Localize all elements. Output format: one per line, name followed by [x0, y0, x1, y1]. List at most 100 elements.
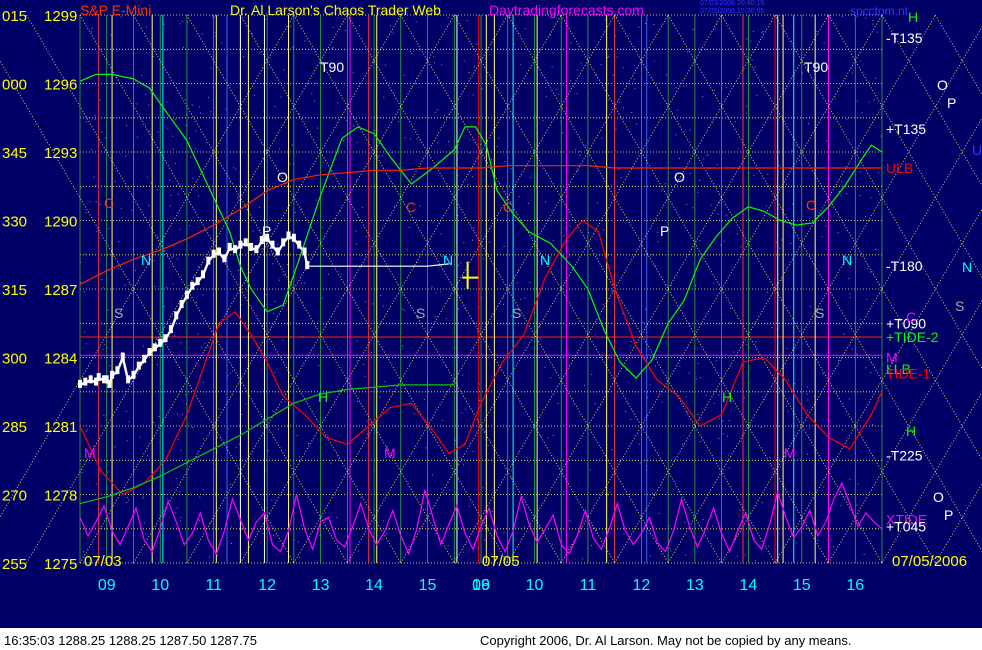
star-dot	[520, 298, 522, 300]
star-dot	[262, 532, 264, 534]
star-dot	[476, 43, 478, 45]
star-dot	[841, 181, 843, 183]
star-dot	[576, 93, 578, 95]
star-dot	[437, 142, 439, 144]
star-dot	[184, 98, 186, 100]
star-dot	[108, 228, 110, 230]
star-dot	[199, 496, 201, 498]
star-dot	[125, 410, 127, 412]
star-dot	[362, 363, 364, 365]
price-bar	[147, 347, 152, 356]
star-dot	[157, 131, 159, 133]
star-dot	[406, 249, 408, 251]
star-dot	[843, 333, 845, 335]
star-dot	[707, 153, 709, 155]
star-dot	[366, 420, 368, 422]
star-dot	[365, 236, 367, 238]
star-dot	[174, 335, 176, 337]
star-dot	[623, 533, 625, 535]
star-dot	[744, 241, 746, 243]
star-dot	[336, 516, 338, 518]
star-dot	[851, 72, 853, 74]
star-dot	[425, 447, 427, 449]
star-dot	[177, 439, 179, 441]
star-dot	[622, 107, 624, 109]
y-tick-label: 1299	[44, 8, 77, 25]
star-dot	[518, 196, 520, 198]
star-dot	[171, 257, 173, 259]
x-tick-label: 09	[472, 577, 490, 594]
price-bar	[96, 373, 101, 382]
right-level-label: ULB	[886, 160, 913, 176]
star-dot	[471, 170, 473, 171]
star-dot	[649, 522, 651, 524]
x-tick-label: 15	[793, 577, 811, 594]
star-dot	[710, 204, 712, 206]
star-dot	[182, 20, 183, 22]
star-dot	[392, 32, 394, 34]
star-dot	[259, 206, 260, 208]
star-dot	[856, 100, 858, 102]
star-dot	[398, 120, 400, 122]
star-dot	[287, 264, 289, 266]
price-bar	[227, 242, 232, 251]
star-dot	[685, 396, 687, 398]
star-dot	[654, 264, 656, 266]
price-bar	[83, 377, 88, 386]
price-bar	[222, 254, 227, 263]
star-dot	[278, 428, 279, 430]
star-dot	[118, 268, 119, 270]
price-bar	[195, 277, 200, 286]
star-dot	[620, 177, 622, 179]
star-dot	[192, 177, 194, 179]
star-dot	[126, 125, 127, 126]
right-level-label: TIDE-1	[886, 365, 931, 381]
star-dot	[216, 555, 218, 557]
star-dot	[461, 412, 463, 414]
star-dot	[749, 424, 751, 426]
star-dot	[413, 413, 415, 415]
star-dot	[142, 345, 144, 347]
star-dot	[549, 34, 551, 36]
star-dot	[796, 145, 798, 147]
star-dot	[528, 461, 530, 463]
star-dot	[661, 401, 663, 403]
star-dot	[458, 264, 459, 266]
star-dot	[552, 240, 554, 242]
star-dot	[372, 61, 374, 63]
star-dot	[460, 262, 462, 264]
star-dot	[630, 419, 632, 420]
star-dot	[439, 291, 441, 293]
star-dot	[638, 26, 640, 28]
star-dot	[555, 88, 557, 90]
star-dot	[294, 212, 296, 213]
star-dot	[838, 359, 839, 361]
star-dot	[235, 447, 237, 449]
star-dot	[272, 534, 274, 536]
star-dot	[172, 256, 174, 258]
star-dot	[829, 16, 831, 18]
star-dot	[445, 318, 447, 320]
star-dot	[524, 28, 526, 30]
star-dot	[447, 545, 449, 546]
star-dot	[304, 40, 306, 42]
star-dot	[496, 145, 498, 147]
price-bar	[107, 379, 112, 388]
price-bar	[286, 231, 291, 240]
star-dot	[389, 389, 391, 391]
star-dot	[547, 437, 549, 439]
star-dot	[146, 176, 148, 178]
star-dot	[148, 104, 150, 106]
star-dot	[657, 231, 659, 233]
star-dot	[327, 435, 329, 437]
star-dot	[611, 290, 613, 292]
star-dot	[728, 454, 730, 456]
star-dot	[152, 55, 154, 57]
star-dot	[118, 240, 120, 242]
star-dot	[90, 149, 92, 151]
star-dot	[423, 399, 425, 401]
star-dot	[669, 548, 671, 549]
planet-label: S	[416, 305, 425, 321]
star-dot	[700, 441, 702, 442]
star-dot	[435, 292, 437, 294]
